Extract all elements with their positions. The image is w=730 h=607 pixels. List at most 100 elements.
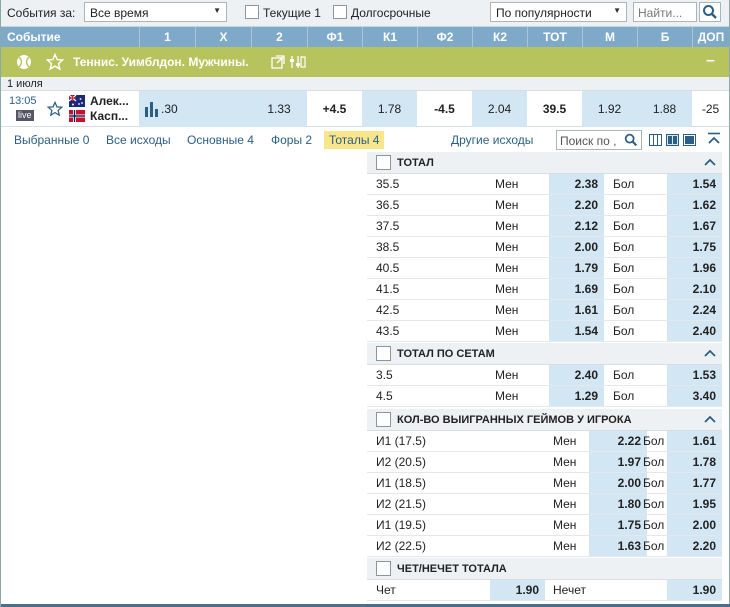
odd-cell[interactable]: 2.10 xyxy=(667,279,722,299)
odd-cell[interactable]: 1.67 xyxy=(667,216,722,236)
odd-cell[interactable]: 1.96 xyxy=(667,258,722,278)
collapse-all-icon[interactable] xyxy=(707,132,721,146)
market-header[interactable]: ТОТАЛ ПО СЕТАМ xyxy=(367,343,722,365)
search-input[interactable]: Найти... xyxy=(633,2,697,22)
star-icon[interactable] xyxy=(46,53,64,71)
odd-cell[interactable]: 2.40 xyxy=(549,365,604,385)
market-checkbox[interactable] xyxy=(376,346,391,361)
odd-m-cell[interactable]: 1.92 xyxy=(582,91,637,127)
tab-main[interactable]: Основные 4 xyxy=(182,131,259,149)
col-1[interactable]: 1 xyxy=(139,27,195,47)
odd-cell[interactable]: 1.97 xyxy=(589,452,647,472)
odd-k2-cell[interactable]: 2.04 xyxy=(472,91,527,127)
odd-cell[interactable]: 2.00 xyxy=(589,473,647,493)
outcome-label: Мен xyxy=(495,389,519,403)
search-placeholder: Найти... xyxy=(638,6,683,20)
market-checkbox[interactable] xyxy=(376,412,391,427)
current-checkbox[interactable] xyxy=(245,5,259,19)
chevron-up-icon[interactable] xyxy=(704,415,716,423)
col-x[interactable]: X xyxy=(195,27,251,47)
odd-b-cell[interactable]: 1.88 xyxy=(637,91,692,127)
odd-cell[interactable]: 1.63 xyxy=(589,536,647,556)
col-event[interactable]: Событие xyxy=(1,27,139,47)
chevron-up-icon[interactable] xyxy=(704,349,716,357)
search-icon[interactable] xyxy=(623,132,639,148)
odd-cell[interactable]: 1.75 xyxy=(667,237,722,257)
col-f1[interactable]: Ф1 xyxy=(307,27,362,47)
odd-cell[interactable]: 1.75 xyxy=(589,515,647,535)
outcome-label: Бол xyxy=(643,539,665,553)
outcome-label: Мен xyxy=(495,368,519,382)
odd-cell[interactable]: 1.61 xyxy=(667,431,722,451)
col-dop[interactable]: ДОП xyxy=(692,27,729,47)
line-label: 36.5 xyxy=(376,198,400,212)
outcome-label: Мен xyxy=(495,240,519,254)
popout-icon[interactable] xyxy=(271,55,285,69)
search-button[interactable] xyxy=(699,2,721,22)
two-column-view-icon[interactable] xyxy=(666,134,679,146)
one-column-view-icon[interactable] xyxy=(683,134,696,146)
stats-cell[interactable]: .30 xyxy=(139,91,195,127)
collapse-icon[interactable]: – xyxy=(706,52,715,70)
odd-cell[interactable]: 1.54 xyxy=(549,321,604,341)
col-k1[interactable]: К1 xyxy=(362,27,417,47)
period-select[interactable]: Все время ▼ xyxy=(84,2,227,22)
odd-cell[interactable]: 2.22 xyxy=(589,431,647,451)
market-header[interactable]: ЧЕТ/НЕЧЕТ ТОТАЛА xyxy=(367,558,722,580)
match-row[interactable]: 13:05 live Алек... Касп... .30 1.33 +4.5… xyxy=(1,91,729,127)
col-m[interactable]: М xyxy=(582,27,637,47)
player-two-name[interactable]: Касп... xyxy=(90,109,128,123)
odd-cell[interactable]: 1.79 xyxy=(549,258,604,278)
col-k2[interactable]: К2 xyxy=(472,27,527,47)
market-header[interactable]: КОЛ-ВО ВЫИГРАННЫХ ГЕЙМОВ У ИГРОКА xyxy=(367,409,722,431)
odd-cell[interactable]: 2.00 xyxy=(549,237,604,257)
market-header[interactable]: ТОТАЛ xyxy=(367,152,722,174)
market-checkbox[interactable] xyxy=(376,561,391,576)
sort-select[interactable]: По популярности ▼ xyxy=(490,2,627,22)
extra-markets-count[interactable]: -25 xyxy=(692,91,729,127)
odd-cell[interactable]: 1.78 xyxy=(667,452,722,472)
odd-cell[interactable]: 1.90 xyxy=(490,580,545,600)
odd-cell[interactable]: 2.40 xyxy=(667,321,722,341)
col-2[interactable]: 2 xyxy=(251,27,307,47)
tab-totals[interactable]: Тоталы 4 xyxy=(324,131,385,149)
odd-cell[interactable]: 1.61 xyxy=(549,300,604,320)
odd-cell[interactable]: 1.80 xyxy=(589,494,647,514)
odd-cell[interactable]: 2.24 xyxy=(667,300,722,320)
odd-cell[interactable]: 2.20 xyxy=(549,195,604,215)
tab-selected[interactable]: Выбранные 0 xyxy=(9,131,94,149)
tab-handicaps[interactable]: Форы 2 xyxy=(266,131,317,149)
odd-cell[interactable]: 1.53 xyxy=(667,365,722,385)
tab-all-outcomes[interactable]: Все исходы xyxy=(101,131,176,149)
odd-cell[interactable]: 1.62 xyxy=(667,195,722,215)
market-checkbox[interactable] xyxy=(376,155,391,170)
market-search-input[interactable]: Поиск по , xyxy=(556,130,642,150)
odd-cell[interactable]: 1.95 xyxy=(667,494,722,514)
chevron-up-icon[interactable] xyxy=(704,158,716,166)
odd-cell[interactable]: 1.54 xyxy=(667,174,722,194)
longterm-checkbox[interactable] xyxy=(333,5,347,19)
odd-cell[interactable]: 1.77 xyxy=(667,473,722,493)
filter-settings-icon[interactable] xyxy=(290,55,306,69)
odd-cell[interactable]: 1.29 xyxy=(549,386,604,406)
col-tot[interactable]: ТОТ xyxy=(527,27,582,47)
odd-cell[interactable]: 2.12 xyxy=(549,216,604,236)
col-b[interactable]: Б xyxy=(637,27,692,47)
market-row: И2 (22.5) Мен 1.63 Бол 2.20 xyxy=(367,536,722,557)
player-one-name[interactable]: Алек... xyxy=(90,94,129,108)
league-row[interactable]: Теннис. Уимблдон. Мужчины. – xyxy=(1,47,729,77)
odd-cell[interactable]: 3.40 xyxy=(667,386,722,406)
odd-cell[interactable]: 1.69 xyxy=(549,279,604,299)
favorite-star-icon[interactable] xyxy=(47,101,63,117)
odd-cell[interactable]: 2.00 xyxy=(667,515,722,535)
odd-x-cell[interactable] xyxy=(195,91,251,127)
col-f2[interactable]: Ф2 xyxy=(417,27,472,47)
odd-cell[interactable]: 2.20 xyxy=(667,536,722,556)
odd-k1-cell[interactable]: 1.78 xyxy=(362,91,417,127)
other-outcomes-link[interactable]: Другие исходы xyxy=(446,131,538,149)
line-label: 38.5 xyxy=(376,240,400,254)
odd-cell[interactable]: 1.90 xyxy=(667,580,722,600)
three-column-view-icon[interactable] xyxy=(649,134,662,146)
odd-2-cell[interactable]: 1.33 xyxy=(251,91,307,127)
odd-cell[interactable]: 2.38 xyxy=(549,174,604,194)
